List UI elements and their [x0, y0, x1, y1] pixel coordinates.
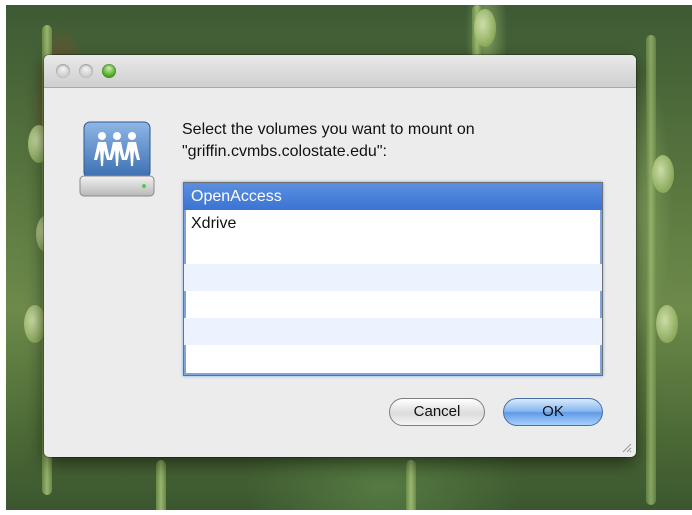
- grass-stem: [156, 460, 166, 510]
- title-bar[interactable]: [44, 55, 636, 88]
- mount-prompt-text: Select the volumes you want to mount on …: [182, 119, 602, 163]
- grass-stem: [646, 35, 656, 505]
- minimize-button[interactable]: [79, 64, 93, 78]
- volumes-list[interactable]: OpenAccess Xdrive: [183, 182, 603, 376]
- zoom-button[interactable]: [102, 64, 116, 78]
- prompt-server-name: "griffin.cvmbs.colostate.edu":: [182, 143, 387, 160]
- grass-bud: [656, 305, 678, 343]
- ok-button[interactable]: OK: [503, 398, 603, 426]
- list-item-xdrive[interactable]: Xdrive: [184, 210, 602, 237]
- grass-bud: [24, 305, 46, 343]
- list-item-openaccess[interactable]: OpenAccess: [184, 183, 602, 210]
- network-drive-icon: [79, 121, 155, 197]
- grass-bud: [474, 9, 496, 47]
- close-button[interactable]: [56, 64, 70, 78]
- list-empty-row: [184, 318, 602, 345]
- resize-grip-icon[interactable]: [620, 441, 632, 453]
- list-empty-row: [184, 345, 602, 372]
- cancel-button[interactable]: Cancel: [389, 398, 485, 426]
- mount-volumes-dialog: Select the volumes you want to mount on …: [44, 55, 636, 457]
- list-empty-row: [184, 264, 602, 291]
- list-empty-row: [184, 291, 602, 318]
- prompt-line-1: Select the volumes you want to mount on: [182, 121, 475, 138]
- grass-bud: [652, 155, 674, 193]
- list-empty-row: [184, 237, 602, 264]
- grass-stem: [406, 460, 416, 510]
